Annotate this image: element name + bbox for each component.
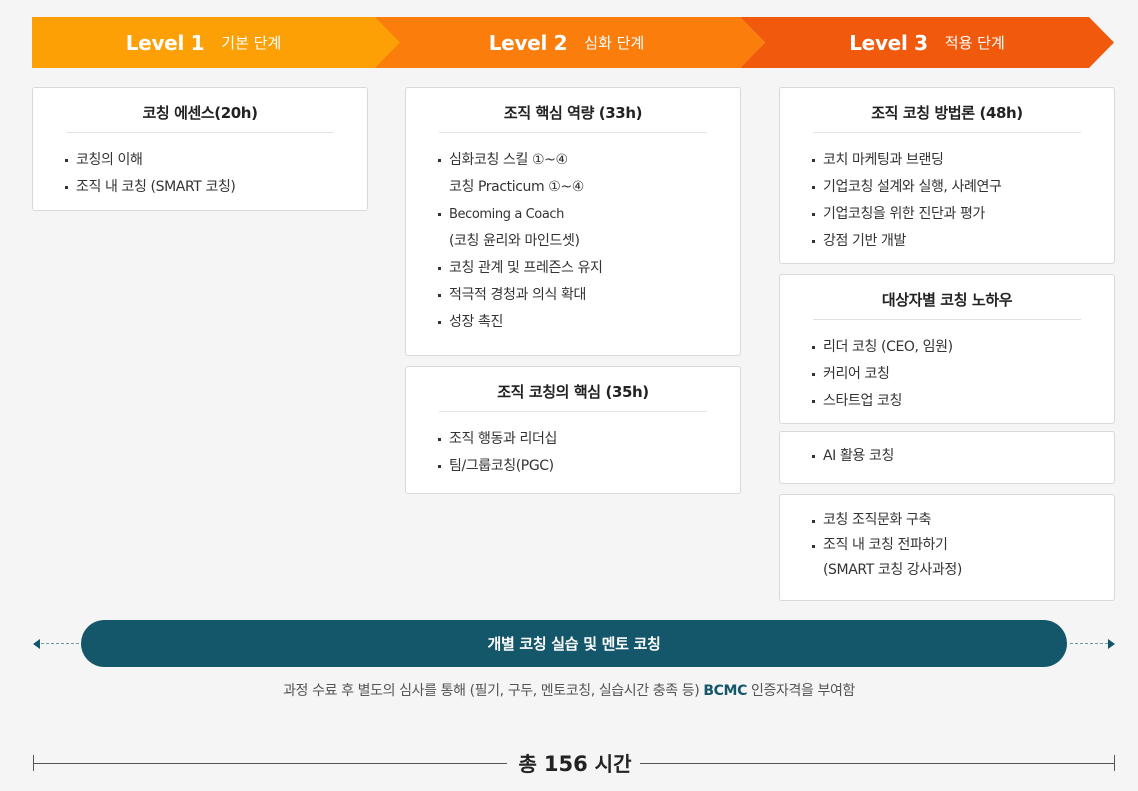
list-item: 코칭 Practicum ①~④ bbox=[449, 179, 584, 195]
total-suffix: 시간 bbox=[587, 752, 632, 776]
list-item: 조직 내 코칭 전파하기 bbox=[812, 533, 1114, 558]
list-item: (SMART 코칭 강사과정) bbox=[823, 562, 962, 578]
left-arrow-icon bbox=[33, 639, 40, 649]
certification-note: 과정 수료 후 별도의 심사를 통해 (필기, 구두, 멘토코칭, 실습시간 충… bbox=[0, 680, 1138, 700]
list-item: 기업코칭 설계와 실행, 사례연구 bbox=[812, 174, 1114, 201]
card-ai-coaching: AI 활용 코칭 bbox=[779, 431, 1115, 484]
level-label: Level 1 bbox=[125, 30, 205, 55]
total-right-tick bbox=[1114, 755, 1115, 771]
list-item: 코치 마케팅과 브랜딩 bbox=[812, 147, 1114, 174]
card-methodology: 조직 코칭 방법론 (48h) 코치 마케팅과 브랜딩 기업코칭 설계와 실행,… bbox=[779, 87, 1115, 264]
level-2-banner: Level 2 심화 단계 bbox=[343, 17, 765, 68]
stage-label: 심화 단계 bbox=[584, 34, 645, 52]
stage-label: 기본 단계 bbox=[221, 34, 282, 52]
list-item: 강점 기반 개발 bbox=[812, 228, 1114, 255]
note-text: 과정 수료 후 별도의 심사를 통해 (필기, 구두, 멘토코칭, 실습시간 충… bbox=[283, 683, 704, 699]
card-title: 코칭 에센스(20h) bbox=[66, 88, 334, 133]
total-left-line bbox=[33, 763, 507, 764]
card-core-competency: 조직 핵심 역량 (33h) 심화코칭 스킬 ①~④ 코칭 Practicum … bbox=[405, 87, 741, 356]
list-item: 심화코칭 스킬 ①~④ bbox=[438, 147, 740, 174]
card-coaching-essence: 코칭 에센스(20h) 코칭의 이해 조직 내 코칭 (SMART 코칭) bbox=[32, 87, 368, 211]
note-text-end: 인증자격을 부여함 bbox=[746, 683, 855, 699]
card-title: 조직 코칭 방법론 (48h) bbox=[813, 88, 1081, 133]
list-item: 기업코칭을 위한 진단과 평가 bbox=[812, 201, 1114, 228]
level-3-banner: Level 3 적용 단계 bbox=[740, 17, 1114, 68]
card-list: AI 활용 코칭 bbox=[780, 432, 1114, 470]
total-hours: 총 156 시간 bbox=[500, 748, 650, 777]
stage-label: 적용 단계 bbox=[944, 34, 1005, 52]
right-dashed-connector bbox=[1070, 643, 1108, 644]
level-label: Level 2 bbox=[488, 30, 568, 55]
card-list: 코칭의 이해 조직 내 코칭 (SMART 코칭) bbox=[33, 133, 367, 201]
card-title: 조직 코칭의 핵심 (35h) bbox=[439, 367, 707, 412]
list-item: 성장 촉진 bbox=[438, 309, 740, 336]
list-item: (코칭 윤리와 마인드셋) bbox=[449, 233, 580, 249]
card-list: 리더 코칭 (CEO, 임원) 커리어 코칭 스타트업 코칭 bbox=[780, 320, 1114, 415]
list-item: 스타트업 코칭 bbox=[812, 388, 1114, 415]
card-core-of-coaching: 조직 코칭의 핵심 (35h) 조직 행동과 리더십 팀/그룹코칭(PGC) bbox=[405, 366, 741, 494]
card-list: 코칭 조직문화 구축 조직 내 코칭 전파하기 (SMART 코칭 강사과정) bbox=[780, 495, 1114, 583]
list-item: 코칭의 이해 bbox=[65, 147, 367, 174]
right-arrow-icon bbox=[1108, 639, 1115, 649]
list-item: 커리어 코칭 bbox=[812, 361, 1114, 388]
list-item: Becoming a Coach bbox=[438, 201, 740, 228]
list-item: 적극적 경청과 의식 확대 bbox=[438, 282, 740, 309]
list-item: 조직 행동과 리더십 bbox=[438, 426, 740, 453]
card-coaching-culture: 코칭 조직문화 구축 조직 내 코칭 전파하기 (SMART 코칭 강사과정) bbox=[779, 494, 1115, 601]
note-highlight: BCMC bbox=[703, 683, 747, 699]
list-item: 조직 내 코칭 (SMART 코칭) bbox=[65, 174, 367, 201]
total-prefix: 총 bbox=[518, 752, 544, 776]
left-dashed-connector bbox=[41, 643, 79, 644]
practice-banner: 개별 코칭 실습 및 멘토 코칭 bbox=[81, 620, 1067, 667]
card-list: 코치 마케팅과 브랜딩 기업코칭 설계와 실행, 사례연구 기업코칭을 위한 진… bbox=[780, 133, 1114, 255]
list-item: 팀/그룹코칭(PGC) bbox=[438, 453, 740, 480]
card-list: 심화코칭 스킬 ①~④ 코칭 Practicum ①~④ Becoming a … bbox=[406, 133, 740, 336]
card-target-knowhow: 대상자별 코칭 노하우 리더 코칭 (CEO, 임원) 커리어 코칭 스타트업 … bbox=[779, 274, 1115, 424]
level-1-banner: Level 1 기본 단계 bbox=[32, 17, 400, 68]
card-title: 조직 핵심 역량 (33h) bbox=[439, 88, 707, 133]
card-title: 대상자별 코칭 노하우 bbox=[813, 275, 1081, 320]
list-item: 코칭 관계 및 프레즌스 유지 bbox=[438, 255, 740, 282]
total-right-line bbox=[640, 763, 1114, 764]
level-label: Level 3 bbox=[849, 30, 928, 55]
total-number: 156 bbox=[543, 752, 588, 776]
card-list: 조직 행동과 리더십 팀/그룹코칭(PGC) bbox=[406, 412, 740, 480]
practice-label: 개별 코칭 실습 및 멘토 코칭 bbox=[487, 635, 661, 653]
list-item: AI 활용 코칭 bbox=[812, 443, 1114, 470]
list-item: 리더 코칭 (CEO, 임원) bbox=[812, 334, 1114, 361]
list-item: 코칭 조직문화 구축 bbox=[812, 508, 1114, 533]
